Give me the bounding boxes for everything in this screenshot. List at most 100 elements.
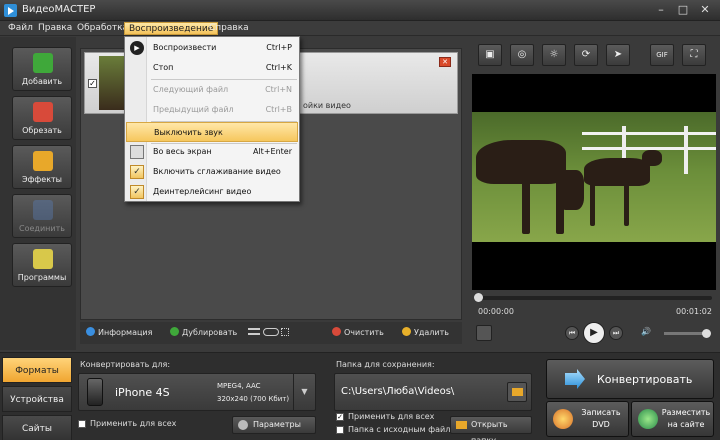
convert-arrow-icon — [565, 369, 585, 389]
duplicate-button[interactable]: Дублировать — [170, 327, 237, 339]
publish-button[interactable]: Разместить на сайте — [631, 401, 714, 437]
close-button[interactable]: ✕ — [696, 3, 714, 17]
folder-icon — [456, 421, 467, 429]
delete-icon — [402, 327, 411, 336]
maximize-button[interactable]: □ — [674, 3, 692, 17]
next-frame-icon[interactable]: ⏭ — [609, 326, 623, 340]
menu-smoothing[interactable]: ✓ Включить сглаживание видео — [126, 162, 298, 182]
globe-icon — [638, 409, 658, 429]
gif-icon[interactable]: GIF — [650, 44, 674, 66]
horse-graphic — [476, 140, 566, 184]
burn-dvd-line1: Записать — [581, 408, 621, 417]
brightness-icon[interactable]: ☼ — [542, 44, 566, 66]
volume-icon[interactable]: 🔊 — [639, 326, 653, 340]
chevron-down-icon[interactable]: ▼ — [293, 374, 315, 410]
save-folder-field[interactable]: C:\Users\Люба\Videos\ — [334, 373, 532, 411]
seek-bar[interactable] — [474, 293, 712, 302]
tab-sites[interactable]: Сайты — [2, 415, 72, 440]
list-toolbar: Информация Дублировать Очистить Удалить — [80, 322, 462, 344]
snapshot-icon[interactable] — [476, 325, 492, 341]
play-icon[interactable]: ▶ — [583, 322, 605, 344]
window-title: ВидеоМАСТЕР — [22, 4, 96, 15]
programs-button[interactable]: Программы — [12, 243, 72, 287]
effects-button[interactable]: Эффекты — [12, 145, 72, 189]
convert-button[interactable]: Конвертировать — [546, 359, 714, 399]
volume-slider[interactable] — [664, 329, 711, 338]
dvd-icon — [553, 409, 573, 429]
seek-handle[interactable] — [474, 293, 483, 302]
menu-deinterlace-label: Деинтерлейсинг видео — [153, 187, 252, 196]
open-folder-label: Открыть папку — [471, 420, 508, 440]
folder-icon — [512, 388, 523, 396]
params-button[interactable]: Параметры — [232, 416, 316, 434]
menu-play-label: Воспроизвести — [153, 43, 217, 52]
clear-button[interactable]: Очистить — [332, 327, 384, 339]
menu-help[interactable]: Справка — [205, 22, 253, 35]
foal-leg — [624, 182, 629, 226]
check-icon: ✓ — [130, 185, 144, 199]
remove-file-icon[interactable]: ✕ — [439, 57, 451, 67]
burn-dvd-button[interactable]: Записать DVD — [546, 401, 629, 437]
foal-head — [642, 150, 662, 166]
fullscreen-icon — [130, 145, 144, 159]
playback-menu: ▶ Воспроизвести Ctrl+P Стоп Ctrl+K Следу… — [124, 36, 300, 202]
menu-stop-label: Стоп — [153, 63, 174, 72]
menu-bar: Файл Правка Обработка Воспроизведение Сп… — [0, 21, 720, 36]
publish-line1: Разместить — [661, 408, 711, 417]
app-logo-icon — [4, 4, 17, 17]
programs-label: Программы — [17, 273, 67, 282]
apply-all-checkbox[interactable] — [78, 420, 86, 428]
publish-line2: на сайте — [667, 420, 705, 429]
menu-deinterlace[interactable]: ✓ Деинтерлейсинг видео — [126, 182, 298, 202]
time-current: 00:00:00 — [478, 307, 514, 316]
source-folder-checkbox[interactable] — [336, 426, 344, 434]
add-button[interactable]: Добавить — [12, 47, 72, 91]
play-icon: ▶ — [130, 41, 144, 55]
menu-fullscreen[interactable]: Во весь экран Alt+Enter — [126, 142, 298, 162]
device-codec: MPEG4, AAC — [217, 382, 261, 390]
publish-label: Разместить на сайте — [660, 407, 712, 431]
menu-stop[interactable]: Стоп Ctrl+K — [126, 58, 298, 78]
menu-prev-shortcut: Ctrl+B — [265, 105, 292, 114]
menu-play[interactable]: ▶ Воспроизвести Ctrl+P — [126, 38, 298, 58]
file-checkbox[interactable]: ✓ — [88, 79, 97, 88]
speed-icon[interactable]: ➤ — [606, 44, 630, 66]
stabilize-icon[interactable]: ◎ — [510, 44, 534, 66]
menu-file[interactable]: Файл — [4, 22, 37, 35]
prev-frame-icon[interactable]: ⏮ — [565, 326, 579, 340]
rotate-icon[interactable]: ⟳ — [574, 44, 598, 66]
video-preview[interactable] — [472, 74, 716, 290]
tab-formats[interactable]: Форматы — [2, 357, 72, 383]
tab-devices[interactable]: Устройства — [2, 386, 72, 412]
menu-edit[interactable]: Правка — [34, 22, 76, 35]
browse-folder-button[interactable] — [507, 382, 527, 402]
horse-leg — [522, 172, 530, 234]
view-toggle[interactable] — [248, 327, 294, 339]
trim-button[interactable]: Обрезать — [12, 96, 72, 140]
menu-mute[interactable]: Выключить звук — [126, 122, 298, 142]
join-button[interactable]: Соединить — [12, 194, 72, 238]
grid-view-icon — [281, 328, 290, 336]
video-settings-hint: ойки видео — [303, 101, 351, 110]
device-selector[interactable]: iPhone 4S MPEG4, AAC 320x240 (700 Кбит) … — [78, 373, 316, 411]
menu-next-file[interactable]: Следующий файл Ctrl+N — [126, 80, 298, 100]
delete-button[interactable]: Удалить — [402, 327, 449, 339]
menu-smoothing-label: Включить сглаживание видео — [153, 167, 281, 176]
menu-prev-label: Предыдущий файл — [153, 105, 234, 114]
apply-all-folder-checkbox[interactable]: ✓ — [336, 413, 344, 421]
trim-label: Обрезать — [22, 126, 62, 135]
info-button[interactable]: Информация — [86, 327, 152, 339]
device-name: iPhone 4S — [115, 386, 170, 399]
duplicate-label: Дублировать — [182, 328, 238, 337]
params-label: Параметры — [253, 420, 301, 429]
open-folder-button[interactable]: Открыть папку — [450, 416, 532, 440]
bottom-panel: Форматы Устройства Сайты Конвертировать … — [0, 352, 720, 440]
add-label: Добавить — [21, 77, 63, 86]
menu-mute-label: Выключить звук — [154, 128, 223, 137]
crop-icon[interactable]: ▣ — [478, 44, 502, 66]
menu-prev-file[interactable]: Предыдущий файл Ctrl+B — [126, 100, 298, 120]
minimize-button[interactable]: – — [652, 3, 670, 17]
fullscreen-icon[interactable]: ⛶ — [682, 44, 706, 66]
volume-handle[interactable] — [702, 329, 711, 338]
programs-icon — [33, 249, 53, 269]
